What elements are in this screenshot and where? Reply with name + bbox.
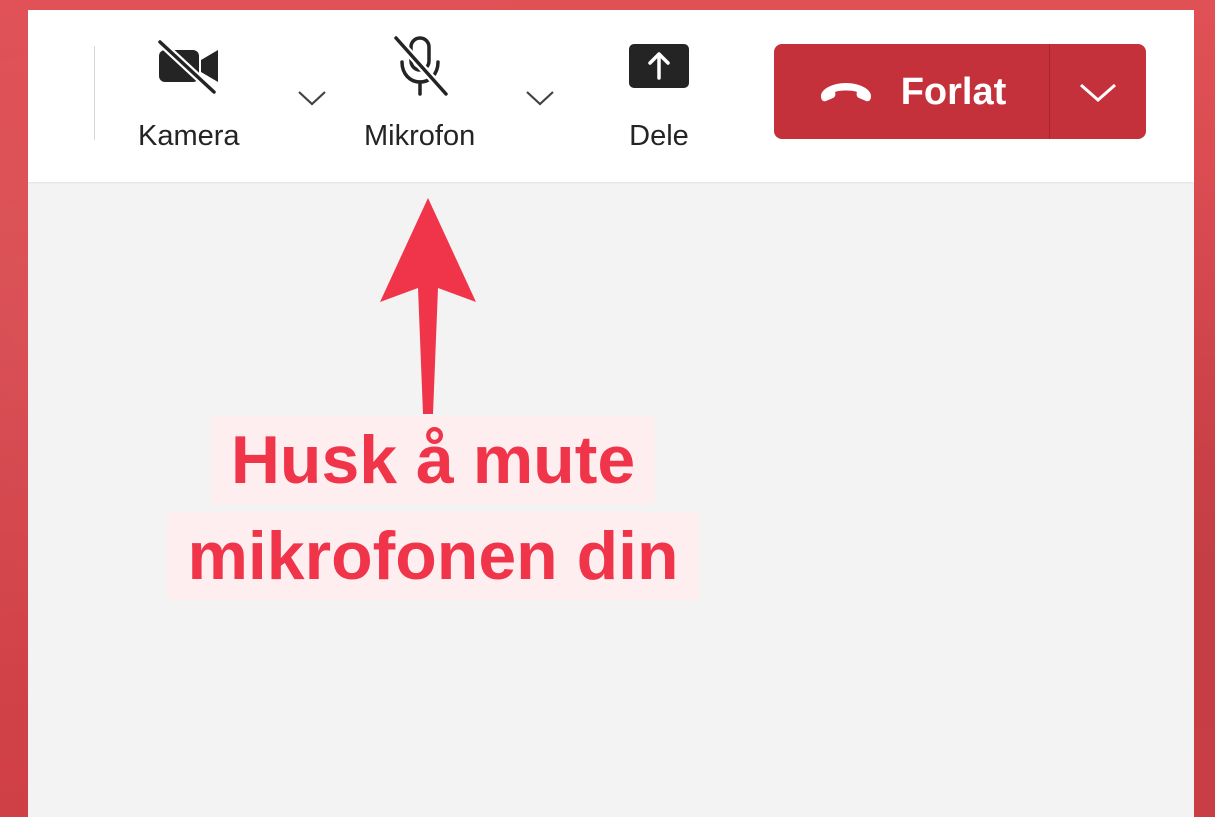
mic-off-icon: [385, 34, 455, 98]
microphone-button[interactable]: Mikrofon: [364, 34, 475, 151]
annotation-line-2: mikrofonen din: [167, 512, 699, 600]
microphone-options-chevron[interactable]: [522, 86, 558, 110]
share-label: Dele: [629, 120, 689, 152]
chevron-down-icon: [526, 91, 554, 106]
video-off-icon: [154, 34, 224, 98]
camera-options-chevron[interactable]: [294, 86, 330, 110]
leave-label: Forlat: [900, 70, 1007, 113]
leave-button[interactable]: Forlat: [774, 44, 1049, 139]
chevron-down-icon: [1080, 83, 1116, 102]
leave-options-chevron[interactable]: [1050, 44, 1146, 139]
share-screen-icon: [624, 34, 694, 98]
chevron-down-icon: [298, 91, 326, 106]
annotation-line-1: Husk å mute: [210, 416, 656, 504]
toolbar-divider: [94, 46, 95, 140]
microphone-label: Mikrofon: [364, 120, 476, 152]
camera-button[interactable]: Kamera: [138, 34, 240, 151]
annotation-callout: Husk å mute mikrofonen din: [123, 416, 743, 600]
meeting-window: Kamera Mikrofon Dele Forlat Husk å mute …: [28, 10, 1194, 817]
hang-up-phone-icon: [820, 82, 871, 101]
camera-label: Kamera: [138, 120, 240, 152]
share-button[interactable]: Dele: [624, 34, 694, 151]
annotation-arrow-icon: [380, 198, 476, 414]
leave-button-group: Forlat: [774, 44, 1146, 139]
meeting-toolbar: Kamera Mikrofon Dele Forlat: [28, 10, 1194, 182]
